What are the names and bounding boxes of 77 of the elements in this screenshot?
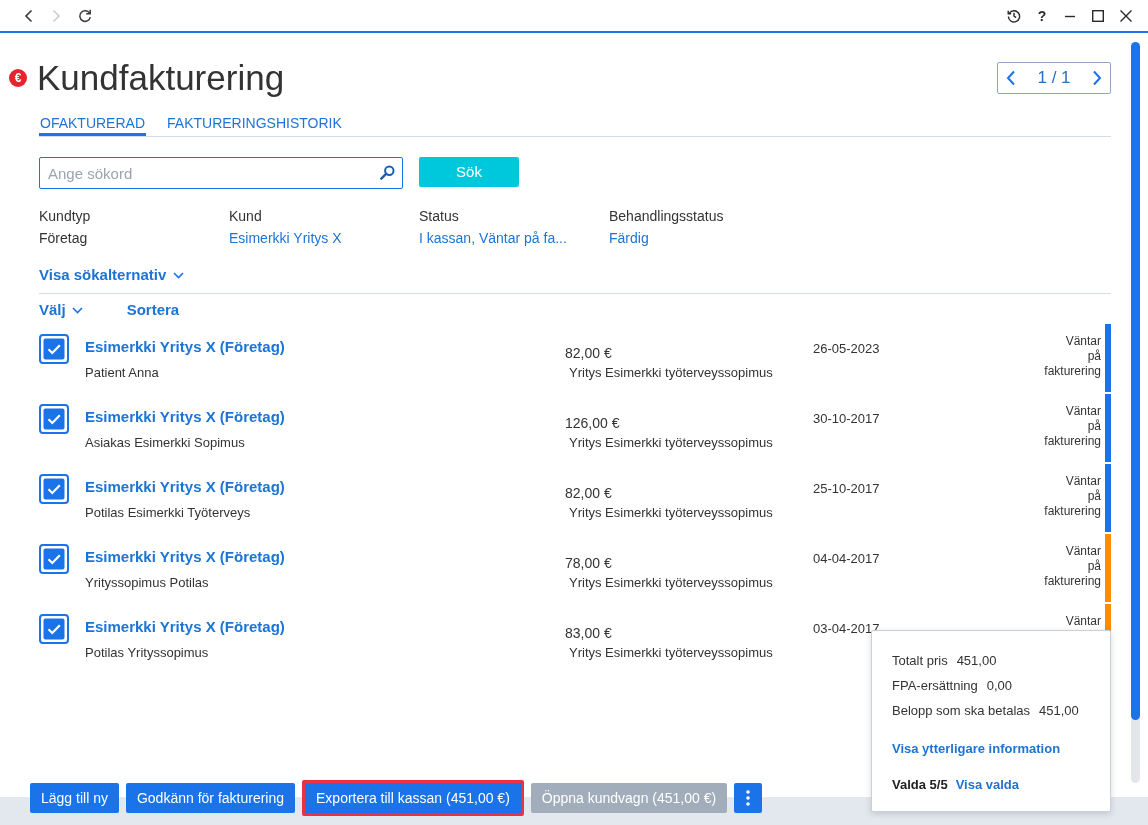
page-indicator: 1 / 1 xyxy=(1037,68,1071,88)
close-icon[interactable] xyxy=(1119,8,1133,23)
invoice-amount: 83,00 € xyxy=(565,624,612,643)
back-icon[interactable] xyxy=(23,8,35,23)
invoice-customer-link[interactable]: Esimerkki Yritys X (Företag) xyxy=(85,617,285,637)
sort-button[interactable]: Sortera xyxy=(126,300,180,320)
invoice-date: 30-10-2017 xyxy=(813,411,880,426)
search-field[interactable]: Ange sökord xyxy=(39,157,403,189)
action-button[interactable]: Lägg till ny xyxy=(30,783,119,813)
invoice-amount: 82,00 € xyxy=(565,484,612,503)
checkbox[interactable] xyxy=(39,474,69,504)
tab[interactable]: OFAKTURERAD xyxy=(39,113,146,136)
invoice-contract: Yritys Esimerkki työterveyssopimus xyxy=(569,504,773,522)
invoice-date: 04-04-2017 xyxy=(813,551,880,566)
invoice-amount: 82,00 € xyxy=(565,344,612,363)
invoice-patient: Patient Anna xyxy=(85,364,159,382)
selected-count: Valda 5/5 xyxy=(892,776,948,794)
invoice-contract: Yritys Esimerkki työterveyssopimus xyxy=(569,434,773,452)
invoice-patient: Potilas Esimerkki Työterveys xyxy=(85,504,251,522)
invoice-customer-link[interactable]: Esimerkki Yritys X (Företag) xyxy=(85,407,285,427)
history-icon[interactable] xyxy=(1007,8,1021,23)
filter-label: Behandlingsstatus xyxy=(609,207,724,226)
maximize-icon[interactable] xyxy=(1091,8,1105,23)
invoice-date: 25-10-2017 xyxy=(813,481,880,496)
checkbox[interactable] xyxy=(39,404,69,434)
filter-link[interactable]: Färdig xyxy=(609,228,649,248)
select-label: Välj xyxy=(39,300,66,320)
summary-value: 0,00 xyxy=(986,677,1013,695)
invoice-contract: Yritys Esimerkki työterveyssopimus xyxy=(569,364,773,382)
invoice-amount: 78,00 € xyxy=(565,554,612,573)
caret-icon xyxy=(173,271,185,279)
summary-label: Belopp som ska betalas xyxy=(892,702,1031,720)
filter-value: Företag xyxy=(39,229,88,248)
invoice-status: Väntar på fakturering xyxy=(1044,334,1101,379)
show-selected-link[interactable]: Visa valda xyxy=(955,776,1020,794)
help-button[interactable]: ? xyxy=(1035,7,1049,24)
page-title: Kundfakturering xyxy=(37,58,285,98)
filter-link[interactable]: I kassan, Väntar på fa... xyxy=(419,228,567,248)
invoice-patient: Potilas Yrityssopimus xyxy=(85,644,209,662)
invoice-status: Väntar xyxy=(1065,614,1101,629)
checkbox[interactable] xyxy=(39,544,69,574)
invoice-status: Väntar på fakturering xyxy=(1044,474,1101,519)
invoice-patient: Yrityssopimus Potilas xyxy=(85,574,209,592)
euro-icon: € xyxy=(9,69,27,87)
next-page-icon[interactable] xyxy=(1092,70,1102,86)
summary-value: 451,00 xyxy=(1039,702,1079,720)
summary-label: FPA-ersättning xyxy=(892,677,978,695)
more-vertical-icon xyxy=(746,790,751,806)
more-info-link[interactable]: Visa ytterligare information xyxy=(892,739,1061,759)
checkbox[interactable] xyxy=(39,614,69,644)
action-button[interactable]: Exportera till kassan (451,00 €) xyxy=(302,780,524,816)
filter-label: Kundtyp xyxy=(39,207,91,226)
filter-link[interactable]: Esimerkki Yritys X xyxy=(229,228,342,248)
invoice-customer-link[interactable]: Esimerkki Yritys X (Företag) xyxy=(85,547,285,567)
summary-value: 451,00 xyxy=(956,652,997,670)
more-options-button[interactable] xyxy=(734,783,763,813)
invoice-date: 03-04-2017 xyxy=(813,621,880,636)
filter-label: Status xyxy=(419,207,459,226)
checkbox[interactable] xyxy=(39,334,69,364)
invoice-date: 26-05-2023 xyxy=(813,341,880,356)
action-button[interactable]: Godkänn för fakturering xyxy=(125,783,296,813)
invoice-patient: Asiakas Esimerkki Sopimus xyxy=(85,434,245,452)
invoice-status: Väntar på fakturering xyxy=(1044,544,1101,589)
filter-label: Kund xyxy=(229,207,262,226)
invoice-status: Väntar på fakturering xyxy=(1044,404,1101,449)
invoice-amount: 126,00 € xyxy=(565,414,620,433)
summary-label: Totalt pris xyxy=(892,652,948,670)
caret-icon xyxy=(71,306,83,314)
search-icon[interactable] xyxy=(380,165,395,180)
refresh-icon[interactable] xyxy=(78,8,92,23)
select-menu-button[interactable]: Välj xyxy=(39,300,83,320)
previous-page-icon[interactable] xyxy=(1006,70,1016,86)
invoice-contract: Yritys Esimerkki työterveyssopimus xyxy=(569,644,773,662)
invoice-contract: Yritys Esimerkki työterveyssopimus xyxy=(569,574,773,592)
invoice-customer-link[interactable]: Esimerkki Yritys X (Företag) xyxy=(85,477,285,497)
tab[interactable]: FAKTURERINGSHISTORIK xyxy=(166,113,343,136)
invoice-customer-link[interactable]: Esimerkki Yritys X (Företag) xyxy=(85,337,285,357)
